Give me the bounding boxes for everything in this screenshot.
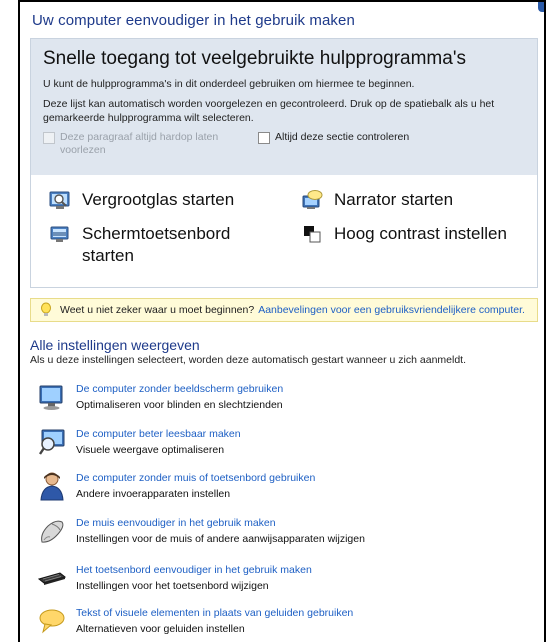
settings-item-title[interactable]: De computer zonder muis of toetsenbord g… <box>76 471 315 485</box>
settings-item-desc: Andere invoerapparaten instellen <box>76 488 231 500</box>
window-frame: Uw computer eenvoudiger in het gebruik m… <box>18 0 546 642</box>
settings-item-no-display[interactable]: De computer zonder beeldscherm gebruiken… <box>38 382 283 420</box>
start-osk-label: Schermtoetsenbord starten <box>82 224 231 265</box>
settings-item-visual-alternatives[interactable]: Tekst of visuele elementen in plaats van… <box>38 606 353 644</box>
settings-item-desc: Visuele weergave optimaliseren <box>76 444 225 456</box>
mouse-icon <box>41 520 64 543</box>
quick-tools: Vergrootglas starten Narrator starten Sc… <box>31 175 537 288</box>
settings-item-desc: Instellingen voor het toetsenbord wijzig… <box>76 580 269 592</box>
start-magnifier-button[interactable]: Vergrootglas starten <box>49 189 234 211</box>
recommendations-link[interactable]: Aanbevelingen voor een gebruiksvriendeli… <box>258 304 525 316</box>
page-title: Uw computer eenvoudiger in het gebruik m… <box>32 12 355 29</box>
settings-item-desc: Optimaliseren voor blinden en slechtzien… <box>76 399 283 411</box>
quick-access-panel: Snelle toegang tot veelgebruikte hulppro… <box>30 38 538 288</box>
settings-item-title[interactable]: Tekst of visuele elementen in plaats van… <box>76 606 353 620</box>
user-icon <box>40 472 64 501</box>
settings-item-no-mouse-keyboard[interactable]: De computer zonder muis of toetsenbord g… <box>38 471 315 509</box>
settings-item-title[interactable]: De muis eenvoudiger in het gebruik maken <box>76 516 365 530</box>
quick-access-header: Snelle toegang tot veelgebruikte hulppro… <box>31 39 537 175</box>
start-osk-button[interactable]: Schermtoetsenbord starten <box>49 223 259 267</box>
tip-bar: Weet u niet zeker waar u moet beginnen? … <box>30 298 538 322</box>
start-narrator-button[interactable]: Narrator starten <box>301 189 453 211</box>
quick-access-instructions: Deze lijst kan automatisch worden voorge… <box>43 98 495 124</box>
start-magnifier-label: Vergrootglas starten <box>82 190 235 209</box>
on-screen-keyboard-icon <box>50 226 69 242</box>
magnifier-monitor-icon <box>39 429 65 455</box>
settings-item-title[interactable]: Het toetsenbord eenvoudiger in het gebru… <box>76 563 312 577</box>
all-settings-subtitle: Als u deze instellingen selecteert, word… <box>30 354 466 366</box>
read-aloud-checkbox[interactable]: Deze paragraaf altijd hardop laten voorl… <box>43 131 255 157</box>
checkbox-box <box>43 132 55 144</box>
speech-bubble-icon <box>39 609 65 634</box>
narrator-icon <box>302 190 323 209</box>
quick-access-description: U kunt de hulpprogramma's in dit onderde… <box>43 78 415 90</box>
lightbulb-icon <box>41 302 51 316</box>
corner-indicator <box>538 2 544 12</box>
high-contrast-button[interactable]: Hoog contrast instellen <box>301 223 507 245</box>
settings-item-title[interactable]: De computer zonder beeldscherm gebruiken <box>76 382 283 396</box>
start-narrator-label: Narrator starten <box>334 190 454 209</box>
settings-item-desc: Alternatieven voor geluiden instellen <box>76 623 245 635</box>
monitor-icon <box>39 385 63 410</box>
read-aloud-label: Deze paragraaf altijd hardop laten voorl… <box>60 131 219 156</box>
keyboard-icon <box>38 572 66 585</box>
all-settings-title: Alle instellingen weergeven <box>30 337 200 353</box>
high-contrast-icon <box>304 226 321 243</box>
tip-text: Weet u niet zeker waar u moet beginnen? <box>60 304 255 316</box>
settings-item-keyboard[interactable]: Het toetsenbord eenvoudiger in het gebru… <box>38 563 312 601</box>
scan-section-checkbox[interactable]: Altijd deze sectie controleren <box>258 131 409 157</box>
scan-section-label: Altijd deze sectie controleren <box>275 131 410 143</box>
quick-access-heading: Snelle toegang tot veelgebruikte hulppro… <box>43 48 466 69</box>
settings-item-mouse[interactable]: De muis eenvoudiger in het gebruik maken… <box>38 516 365 554</box>
settings-item-readable[interactable]: De computer beter leesbaar maken Visuele… <box>38 427 241 465</box>
settings-item-desc: Instellingen voor de muis of andere aanw… <box>76 533 365 545</box>
high-contrast-label: Hoog contrast instellen <box>334 224 507 243</box>
quick-access-options: Deze paragraaf altijd hardop laten voorl… <box>43 131 527 157</box>
checkbox-box <box>258 132 270 144</box>
magnifier-icon <box>49 191 70 209</box>
settings-item-title[interactable]: De computer beter leesbaar maken <box>76 427 241 441</box>
